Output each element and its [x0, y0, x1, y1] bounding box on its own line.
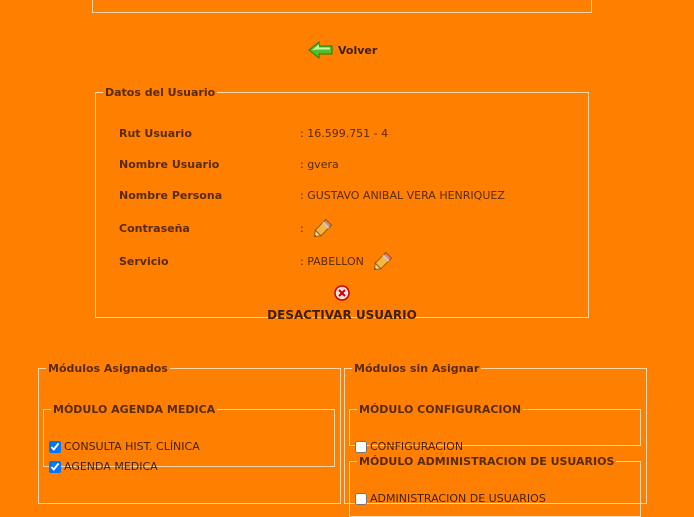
top-panel-border: [92, 0, 592, 13]
unassigned-modules-panel: Módulos sin Asignar MÓDULO CONFIGURACION…: [344, 362, 647, 517]
deactivate-user: DESACTIVAR USUARIO: [96, 285, 588, 323]
password-value: :: [300, 221, 304, 235]
checkbox-consulta-hist-clinica[interactable]: CONSULTA HIST. CLÍNICA: [49, 440, 200, 453]
deactivate-user-button[interactable]: DESACTIVAR USUARIO: [267, 308, 417, 322]
edit-service-pencil-icon[interactable]: [370, 248, 396, 274]
back-arrow-icon: [308, 40, 333, 60]
person-value: : GUSTAVO ANIBAL VERA HENRIQUEZ: [300, 189, 505, 202]
username-label: Nombre Usuario: [119, 158, 220, 171]
back-link[interactable]: Volver: [308, 40, 377, 60]
consulta-hist-clinica-label: CONSULTA HIST. CLÍNICA: [64, 440, 200, 453]
module-administracion-usuarios-title: MÓDULO ADMINISTRACION DE USUARIOS: [359, 455, 615, 468]
agenda-medica-label: AGENDA MEDICA: [64, 460, 158, 473]
administracion-usuarios-checkbox[interactable]: [355, 492, 367, 505]
user-data-legend: Datos del Usuario: [105, 86, 216, 99]
person-label: Nombre Persona: [119, 189, 223, 202]
module-agenda-medica-title: MÓDULO AGENDA MEDICA: [53, 403, 216, 416]
consulta-hist-clinica-checkbox[interactable]: [49, 440, 61, 453]
service-label: Servicio: [119, 255, 169, 268]
checkbox-agenda-medica[interactable]: AGENDA MEDICA: [49, 460, 158, 473]
module-configuracion: MÓDULO CONFIGURACION CONFIGURACION: [349, 403, 641, 453]
back-label: Volver: [338, 43, 378, 57]
password-label: Contraseña: [119, 222, 190, 235]
agenda-medica-checkbox[interactable]: [49, 460, 61, 473]
assigned-modules-legend: Módulos Asignados: [48, 362, 168, 375]
service-value: : PABELLON: [300, 254, 364, 268]
username-value: : gvera: [300, 158, 339, 171]
module-administracion-usuarios: MÓDULO ADMINISTRACION DE USUARIOS ADMINI…: [349, 455, 641, 517]
deactivate-x-icon[interactable]: [334, 285, 350, 301]
rut-label: Rut Usuario: [119, 127, 192, 140]
checkbox-administracion-usuarios[interactable]: ADMINISTRACION DE USUARIOS: [355, 492, 546, 505]
administracion-usuarios-label: ADMINISTRACION DE USUARIOS: [370, 492, 546, 505]
checkbox-configuracion[interactable]: CONFIGURACION: [355, 440, 463, 453]
user-data-panel: Datos del Usuario Rut Usuario : 16.599.7…: [95, 86, 589, 322]
unassigned-modules-legend: Módulos sin Asignar: [354, 362, 480, 375]
rut-value: : 16.599.751 - 4: [300, 127, 389, 140]
module-agenda-medica: MÓDULO AGENDA MEDICA CONSULTA HIST. CLÍN…: [43, 403, 335, 473]
assigned-modules-panel: Módulos Asignados MÓDULO AGENDA MEDICA C…: [38, 362, 341, 504]
configuracion-label: CONFIGURACION: [370, 440, 464, 453]
module-configuracion-title: MÓDULO CONFIGURACION: [359, 403, 522, 416]
configuracion-checkbox[interactable]: [355, 440, 367, 453]
edit-password-pencil-icon[interactable]: [310, 215, 336, 241]
